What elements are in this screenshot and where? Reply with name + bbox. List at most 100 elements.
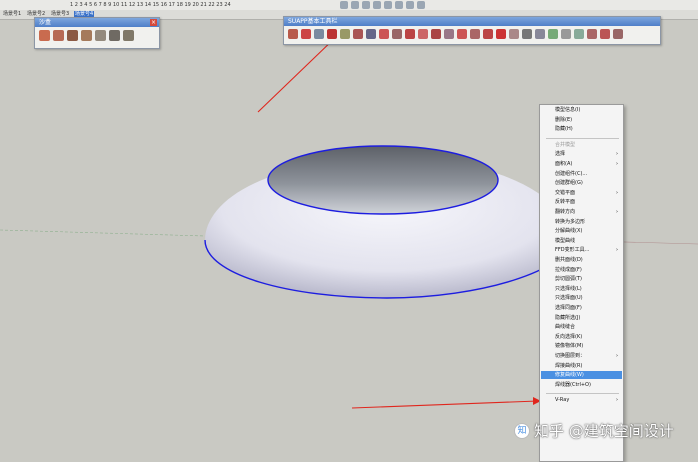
menu-item-label: 只选择面(U) [555,295,583,302]
context-menu: 模型信息(I) 删除(E) 隐藏(H) 合并模型 选择 › 面积(A) › 创建组件(C)...… [539,104,624,462]
menu-item-label: 反转平面 [555,199,576,206]
menu-item-label: FFD变形工具... [555,247,590,254]
menu-item[interactable]: 隐藏所选(J) [541,314,622,322]
menu-item-label: 交错平面 [555,189,576,196]
annotation-arrow-upper [257,35,338,113]
menu-item-label: 面积(A) [555,161,573,167]
menu-item[interactable]: 隐藏(H) [541,125,622,133]
sandbox-tool-row [35,27,159,44]
menu-item-label: 剪切圆弧(T) [555,276,582,283]
menu-item[interactable]: 焊接曲线(R) [541,362,622,370]
menu-item[interactable]: 剪切圆弧(T) [541,275,622,283]
suapp-tool-icon[interactable] [483,29,493,39]
submenu-arrow-icon: › [616,161,618,167]
menu-item-label: 选择同面(F) [555,305,582,311]
suapp-tool-icon[interactable] [353,29,363,39]
suapp-tool-icon[interactable] [301,29,311,39]
suapp-tool-icon[interactable] [314,29,324,39]
menu-item-label: 选择 [555,151,566,158]
suapp-tool-icon[interactable] [600,29,610,39]
sandbox-contours-icon[interactable] [39,30,50,41]
suapp-tool-icon[interactable] [405,29,415,39]
menu-item[interactable]: 拉线成面(F) [541,266,622,274]
menu-item[interactable]: 焊线器(Ctrl+O) [541,381,622,389]
sandbox-toolbar: 沙盒 × [34,17,160,49]
suapp-tool-icon[interactable] [548,29,558,39]
sandbox-stamp-icon[interactable] [81,30,92,41]
menu-item-label: 创建群组(G) [555,180,583,187]
menu-item-label: 隐藏(H) [555,126,573,133]
suapp-tool-icon[interactable] [288,29,298,39]
menu-item[interactable]: 转换为多边形 [541,218,622,226]
sandbox-smoove-icon[interactable] [67,30,78,41]
suapp-tool-icon[interactable] [509,29,519,39]
suapp-tool-icon[interactable] [535,29,545,39]
menu-separator [546,137,619,139]
menu-item[interactable]: 修复曲线(W) [541,371,622,380]
suapp-tool-icon[interactable] [340,29,350,39]
menu-item[interactable]: 只选择线(L) [541,285,622,293]
sandbox-scratch-icon[interactable] [53,30,64,41]
submenu-arrow-icon: › [616,247,618,254]
sandbox-flip-edge-icon[interactable] [123,30,134,41]
menu-item-label: 隐藏所选(J) [555,314,581,321]
menu-item-label: V-Ray [555,397,570,404]
suapp-tool-icon[interactable] [587,29,597,39]
suapp-tool-icon[interactable] [457,29,467,39]
menu-item-label: 切换图层到： [555,353,586,359]
menu-item-label: 焊线器(Ctrl+O) [555,381,591,388]
menu-item[interactable]: 翻转方向 › [541,208,622,216]
menu-item[interactable]: V-Ray › [541,396,622,404]
menu-item[interactable]: 分解曲线(X) [541,227,622,235]
suapp-tool-icon[interactable] [327,29,337,39]
suapp-tool-icon[interactable] [496,29,506,39]
sandbox-add-detail-icon[interactable] [109,30,120,41]
menu-item[interactable]: 切换图层到： › [541,352,622,360]
menu-item[interactable]: 反转平面 [541,198,622,206]
sandbox-drape-icon[interactable] [95,30,106,41]
suapp-tool-icon[interactable] [392,29,402,39]
sandbox-toolbar-title[interactable]: 沙盒 [35,18,159,27]
watermark: 知 知乎 @建筑空间设计 [514,420,674,441]
menu-item-label: 合并模型 [555,141,576,148]
menu-item[interactable]: 面积(A) › [541,160,622,168]
menu-item[interactable]: 曲线缝合 [541,323,622,331]
menu-item: 合并模型 [541,141,622,149]
menu-item[interactable]: 删除(E) [541,116,622,124]
suapp-tool-icon[interactable] [444,29,454,39]
menu-item[interactable]: 删共面线(D) [541,256,622,264]
menu-item[interactable]: 反向选择(K) [541,333,622,341]
menu-item[interactable]: 创建组件(C)... [541,170,622,178]
watermark-text: 知乎 @建筑空间设计 [534,422,674,440]
suapp-tool-icon[interactable] [470,29,480,39]
menu-item-label: 创建组件(C)... [555,170,588,177]
menu-item[interactable]: 模型信息(I) [541,106,622,114]
menu-item-label: 焊接曲线(R) [555,362,583,369]
menu-item[interactable]: 镜像物体(M) [541,342,622,350]
menu-item[interactable]: 交错平面 › [541,189,622,197]
suapp-tool-icon[interactable] [418,29,428,39]
menu-item-label: 只选择线(L) [555,285,582,292]
menu-item[interactable]: 选择同面(F) [541,304,622,312]
suapp-tool-icon[interactable] [431,29,441,39]
menu-item[interactable]: 只选择面(U) [541,294,622,302]
suapp-tool-icon[interactable] [379,29,389,39]
close-icon[interactable]: × [150,19,157,26]
menu-item-label: 拉线成面(F) [555,266,582,273]
suapp-tool-icon[interactable] [613,29,623,39]
menu-item[interactable]: 创建群组(G) [541,179,622,187]
menu-item[interactable]: 选择 › [541,150,622,158]
suapp-tool-icon[interactable] [561,29,571,39]
menu-item[interactable]: 模型曲线 [541,237,622,245]
suapp-tool-icon[interactable] [366,29,376,39]
menu-separator [546,393,619,395]
menu-item-label: 修复曲线(W) [555,372,584,379]
suapp-tool-icon[interactable] [522,29,532,39]
dome-opening[interactable] [267,145,499,215]
suapp-tool-icon[interactable] [574,29,584,39]
menu-item-label: 镜像物体(M) [555,343,584,350]
menu-item-label: 翻转方向 [555,209,576,215]
submenu-arrow-icon: › [616,397,618,404]
menu-item[interactable]: FFD变形工具... › [541,246,622,254]
suapp-toolbar-title[interactable]: SUAPP基本工具栏 [284,17,660,26]
